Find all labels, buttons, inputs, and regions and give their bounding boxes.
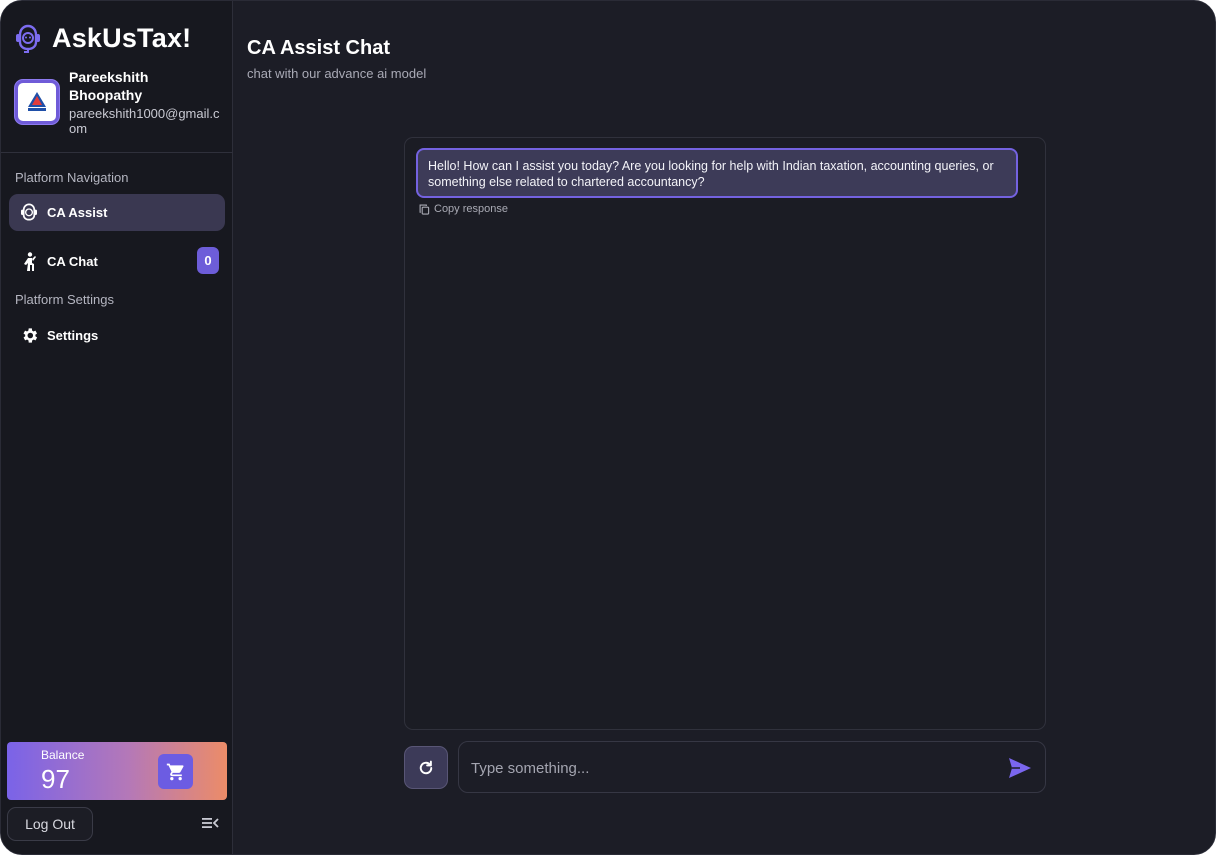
settings-section-label: Platform Settings [15, 292, 114, 307]
logout-button[interactable]: Log Out [7, 807, 93, 841]
copy-response-label: Copy response [434, 203, 508, 215]
nav-section-label: Platform Navigation [15, 170, 129, 185]
app-window: AskUsTax! Pareekshith Bhoopathy pareeksh… [0, 0, 1216, 855]
balance-label: Balance [41, 748, 85, 762]
gear-icon [19, 326, 39, 346]
send-icon [1009, 758, 1031, 778]
user-first-name: Pareekshith [69, 69, 149, 85]
sidebar: AskUsTax! Pareekshith Bhoopathy pareeksh… [1, 1, 233, 854]
balance-card: Balance 97 [7, 742, 227, 800]
buy-credits-button[interactable] [158, 754, 193, 789]
brand[interactable]: AskUsTax! [15, 23, 191, 54]
copy-response-button[interactable]: Copy response [419, 203, 508, 215]
user-email: pareekshith1000@gmail.com [69, 106, 220, 136]
copy-icon [419, 204, 430, 215]
sidebar-item-ca-chat[interactable]: CA Chat 0 [9, 243, 225, 280]
sidebar-item-settings[interactable]: Settings [9, 317, 225, 354]
balance-value: 97 [41, 764, 70, 794]
chat-panel: Hello! How can I assist you today? Are y… [404, 137, 1046, 730]
unread-count-badge: 0 [197, 247, 219, 274]
assistant-message: Hello! How can I assist you today? Are y… [416, 148, 1018, 198]
send-button[interactable] [1007, 756, 1033, 780]
cart-icon [166, 763, 184, 780]
page-subtitle: chat with our advance ai model [247, 66, 427, 81]
sidebar-item-label: CA Chat [47, 254, 98, 269]
refresh-chat-button[interactable] [404, 746, 448, 789]
person-walking-icon [19, 251, 39, 272]
company-logo-icon [28, 92, 46, 111]
page-title: CA Assist Chat [247, 37, 390, 59]
refresh-icon [419, 760, 433, 774]
collapse-sidebar-icon[interactable] [201, 815, 219, 831]
robot-head-icon [19, 202, 39, 223]
sidebar-divider [1, 152, 233, 153]
message-input[interactable] [471, 742, 1001, 794]
sidebar-item-label: Settings [47, 328, 99, 343]
sidebar-item-ca-assist[interactable]: CA Assist [9, 194, 225, 231]
robot-head-icon [15, 24, 41, 54]
user-last-name: Bhoopathy [69, 87, 143, 103]
app-name: AskUsTax! [52, 23, 192, 53]
user-profile: Pareekshith Bhoopathy pareekshith1000@gm… [15, 68, 225, 136]
avatar [15, 80, 59, 124]
sidebar-item-label: CA Assist [47, 205, 108, 220]
message-composer [458, 741, 1046, 794]
